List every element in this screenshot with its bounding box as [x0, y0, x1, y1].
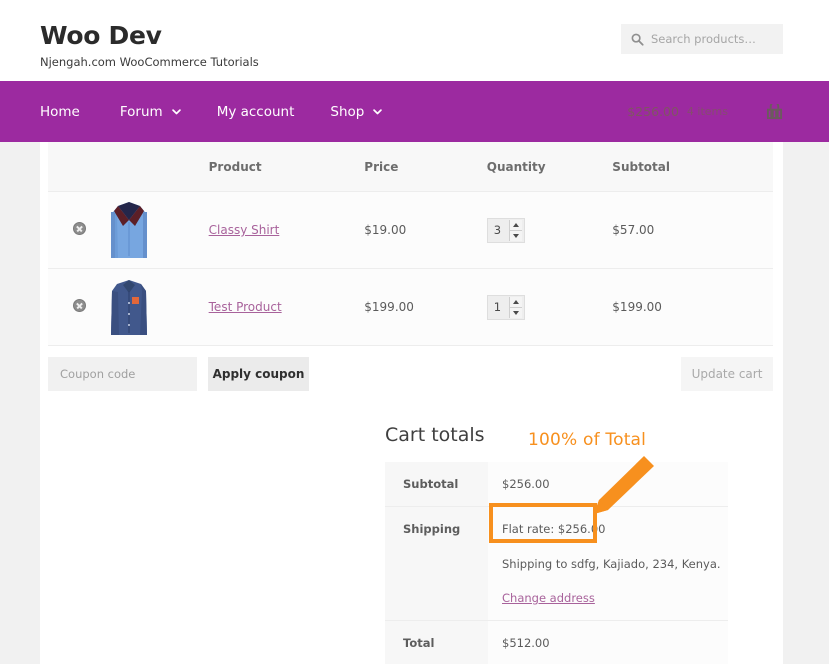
- quantity-spinner[interactable]: [508, 219, 522, 241]
- total-label: Total: [385, 620, 488, 664]
- column-header-remove: [48, 142, 104, 192]
- nav-item-label: Home: [40, 103, 80, 120]
- table-row: Classy Shirt $19.00 3 $57.00: [48, 191, 773, 269]
- remove-item-icon[interactable]: [73, 299, 86, 312]
- nav-item-forum[interactable]: Forum: [102, 81, 199, 142]
- shopping-basket-icon: [766, 103, 783, 119]
- nav-item-home[interactable]: Home: [40, 81, 102, 142]
- search-icon: [631, 33, 644, 46]
- nav-link-list: Home Forum My account Shop: [40, 81, 400, 142]
- totals-row-subtotal: Subtotal $256.00: [385, 462, 728, 507]
- chevron-down-icon: [373, 108, 383, 114]
- coupon-code-input[interactable]: [48, 357, 197, 391]
- coupon-actions-row: Apply coupon Update cart: [48, 357, 773, 391]
- site-branding: Woo Dev Njengah.com WooCommerce Tutorial…: [40, 22, 259, 69]
- change-address-link[interactable]: Change address: [502, 591, 595, 605]
- nav-item-label: Forum: [119, 103, 163, 120]
- cell-thumbnail: [103, 268, 209, 346]
- quantity-spinner[interactable]: [508, 296, 522, 318]
- cell-price: $199.00: [364, 268, 487, 346]
- product-search[interactable]: [621, 24, 783, 54]
- quantity-decrement[interactable]: [510, 308, 522, 318]
- update-cart-button[interactable]: Update cart: [681, 357, 773, 391]
- totals-row-total: Total $512.00: [385, 620, 728, 664]
- column-header-price: Price: [364, 142, 487, 192]
- chevron-down-icon: [171, 108, 181, 114]
- cell-subtotal: $199.00: [612, 268, 773, 346]
- cart-table-header-row: Product Price Quantity Subtotal: [48, 142, 773, 192]
- quantity-value: 3: [493, 223, 502, 237]
- column-header-product: Product: [208, 142, 365, 192]
- cell-product-name: Classy Shirt: [208, 191, 365, 269]
- shipping-label: Shipping: [385, 506, 488, 621]
- cart-item-count: 4 items: [686, 105, 728, 118]
- shipping-destination: Shipping to sdfg, Kajiado, 234, Kenya.: [502, 557, 721, 571]
- cell-thumbnail: [103, 191, 209, 269]
- cart-table-head: Product Price Quantity Subtotal: [48, 142, 773, 192]
- test-product-thumbnail[interactable]: [103, 273, 155, 341]
- cell-remove: [48, 191, 104, 269]
- cell-subtotal: $57.00: [612, 191, 773, 269]
- classy-shirt-thumbnail[interactable]: [103, 196, 155, 264]
- annotation-highlight-box: [489, 503, 597, 543]
- quantity-decrement[interactable]: [510, 231, 522, 241]
- cell-quantity: 3: [486, 191, 613, 269]
- site-header: Woo Dev Njengah.com WooCommerce Tutorial…: [0, 0, 829, 81]
- primary-navigation: Home Forum My account Shop $256.00 4 ite…: [0, 81, 829, 142]
- cell-price: $19.00: [364, 191, 487, 269]
- quantity-value: 1: [493, 300, 502, 314]
- nav-item-shop[interactable]: Shop: [312, 81, 400, 142]
- site-tagline: Njengah.com WooCommerce Tutorials: [40, 54, 259, 69]
- cart-total-amount: $256.00: [627, 104, 679, 119]
- quantity-increment[interactable]: [509, 220, 522, 231]
- product-link[interactable]: Test Product: [209, 300, 282, 314]
- cart-page-content: Product Price Quantity Subtotal Classy S…: [40, 142, 783, 664]
- cart-table-body: Classy Shirt $19.00 3 $57.00 Test Produc…: [48, 191, 773, 346]
- product-link[interactable]: Classy Shirt: [209, 223, 280, 237]
- subtotal-label: Subtotal: [385, 462, 488, 507]
- annotation-label: 100% of Total: [528, 430, 647, 450]
- nav-item-my-account[interactable]: My account: [199, 81, 313, 142]
- quantity-stepper[interactable]: 1: [486, 294, 525, 320]
- remove-item-icon[interactable]: [73, 222, 86, 235]
- quantity-increment[interactable]: [509, 297, 522, 308]
- page-root: Woo Dev Njengah.com WooCommerce Tutorial…: [0, 0, 829, 664]
- cart-totals-table: Subtotal $256.00 Shipping Flat rate: $25…: [385, 462, 728, 664]
- cell-remove: [48, 268, 104, 346]
- total-value: $512.00: [488, 620, 728, 664]
- cart-items-table: Product Price Quantity Subtotal Classy S…: [48, 142, 773, 346]
- apply-coupon-button[interactable]: Apply coupon: [208, 357, 309, 391]
- search-input[interactable]: [651, 32, 773, 46]
- column-header-quantity: Quantity: [486, 142, 613, 192]
- quantity-stepper[interactable]: 3: [486, 217, 525, 243]
- column-header-thumbnail: [103, 142, 209, 192]
- site-title: Woo Dev: [40, 21, 162, 50]
- cell-quantity: 1: [486, 268, 613, 346]
- cell-product-name: Test Product: [208, 268, 365, 346]
- column-header-subtotal: Subtotal: [612, 142, 773, 192]
- nav-item-label: Shop: [330, 103, 365, 120]
- nav-item-label: My account: [216, 103, 295, 120]
- cart-summary[interactable]: $256.00 4 items: [627, 81, 783, 142]
- table-row: Test Product $199.00 1 $199.00: [48, 268, 773, 346]
